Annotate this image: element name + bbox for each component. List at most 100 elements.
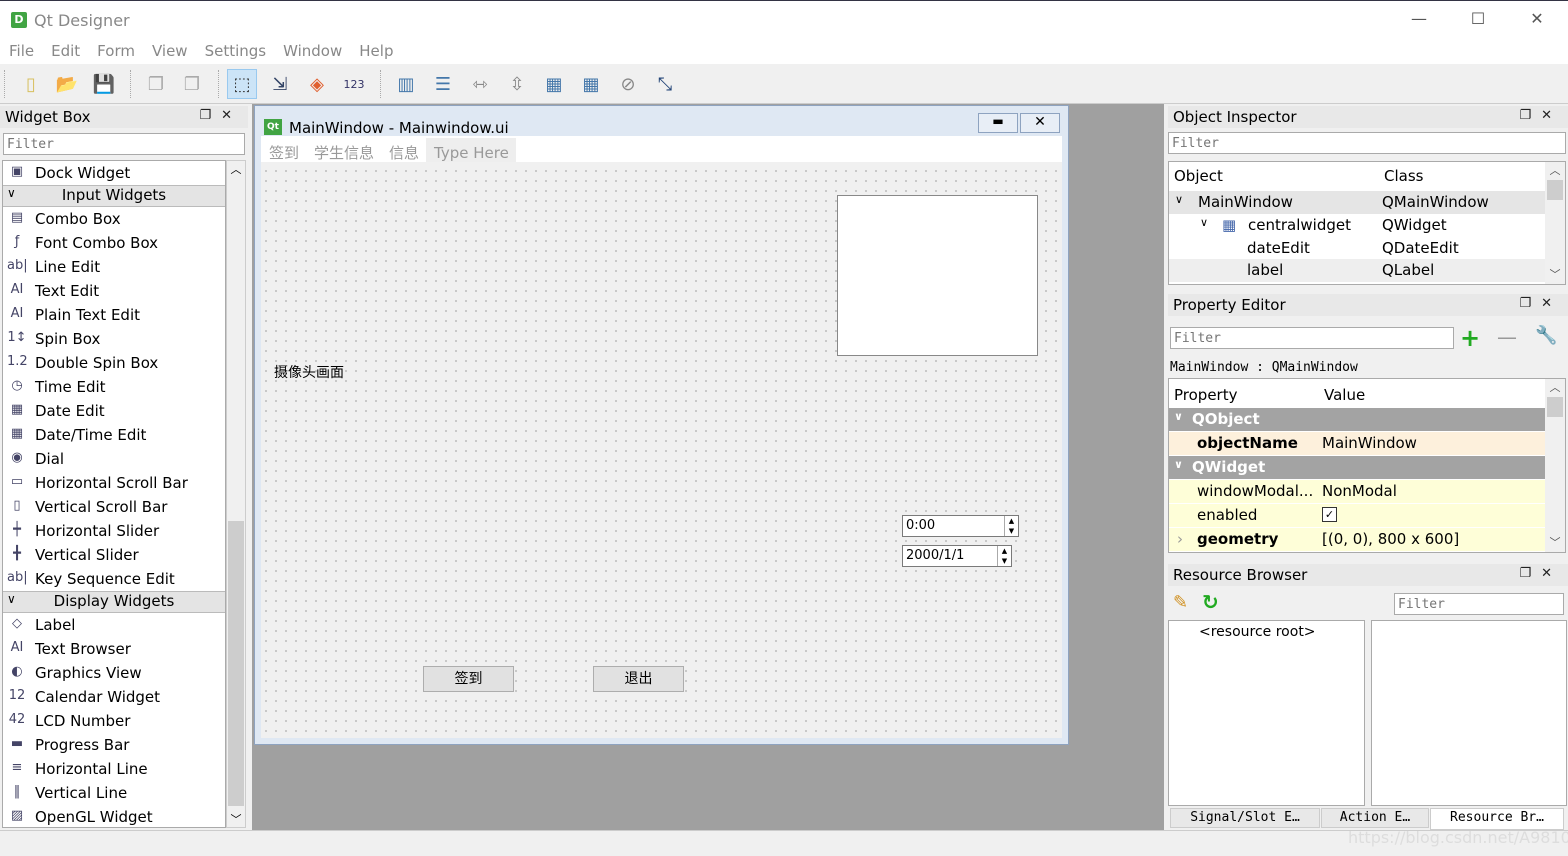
- close-icon[interactable]: ✕: [221, 108, 242, 123]
- scroll-up-icon[interactable]: ︿: [227, 161, 245, 177]
- resource-tree[interactable]: <resource root>: [1168, 620, 1365, 806]
- layout-horizontal-splitter-icon[interactable]: ⇿: [465, 69, 495, 99]
- group-qwidget[interactable]: ∨ QWidget: [1169, 456, 1547, 479]
- chevron-down-icon[interactable]: ∨: [1174, 458, 1183, 471]
- column-header-object[interactable]: Object: [1174, 167, 1223, 185]
- column-header-class[interactable]: Class: [1384, 167, 1423, 185]
- edit-widgets-icon[interactable]: ⬚: [227, 69, 257, 99]
- menu-help[interactable]: Help: [350, 38, 401, 60]
- paste-icon[interactable]: ❐: [177, 69, 207, 99]
- resource-list[interactable]: [1371, 620, 1567, 806]
- configure-wrench-icon[interactable]: 🔧: [1535, 325, 1557, 346]
- widget-item[interactable]: ▦ Date Edit: [3, 399, 225, 423]
- close-button[interactable]: ✕: [1522, 9, 1552, 31]
- float-icon[interactable]: ❐: [1519, 566, 1541, 581]
- group-qobject[interactable]: ∨ QObject: [1169, 408, 1547, 431]
- widget-item[interactable]: ▣ Dock Widget: [3, 161, 225, 185]
- tab-resource-browser[interactable]: Resource Br…: [1430, 808, 1564, 830]
- widget-item[interactable]: ▤ Combo Box: [3, 207, 225, 231]
- widget-item[interactable]: AI Text Edit: [3, 279, 225, 303]
- form-menu-signin[interactable]: 签到: [261, 136, 306, 163]
- object-inspector-filter[interactable]: [1168, 132, 1566, 154]
- exit-button[interactable]: 退出: [593, 666, 684, 692]
- object-tree-scrollbar[interactable]: ︿ ﹀: [1545, 162, 1565, 284]
- menu-edit[interactable]: Edit: [42, 38, 88, 60]
- menu-file[interactable]: File: [0, 38, 42, 60]
- date-edit[interactable]: 2000/1/1 ▲ ▼: [902, 545, 1012, 567]
- chevron-down-icon[interactable]: ∨: [7, 186, 16, 200]
- edit-tab-order-icon[interactable]: 123: [339, 69, 369, 99]
- resource-filter[interactable]: [1394, 593, 1564, 615]
- widget-item[interactable]: ▬ Progress Bar: [3, 733, 225, 757]
- menu-view[interactable]: View: [143, 38, 196, 60]
- signin-button[interactable]: 签到: [423, 666, 514, 692]
- camera-view-placeholder[interactable]: [837, 195, 1038, 356]
- open-folder-icon[interactable]: 📂: [52, 69, 82, 99]
- menu-settings[interactable]: Settings: [196, 38, 275, 60]
- property-value[interactable]: [(0, 0), 800 x 600]: [1322, 530, 1459, 548]
- maximize-button[interactable]: ☐: [1463, 9, 1493, 31]
- layout-horizontal-icon[interactable]: ▥: [391, 69, 421, 99]
- spin-arrows-icon[interactable]: ▲ ▼: [1004, 516, 1018, 536]
- property-row[interactable]: objectName MainWindow: [1169, 432, 1547, 455]
- menu-form[interactable]: Form: [88, 38, 143, 60]
- close-icon[interactable]: ✕: [1541, 566, 1562, 581]
- scroll-down-icon[interactable]: ﹀: [227, 811, 245, 827]
- widget-item[interactable]: ◉ Dial: [3, 447, 225, 471]
- edit-signals-slots-icon[interactable]: ⇲: [265, 69, 295, 99]
- close-icon[interactable]: ✕: [1541, 108, 1562, 123]
- widget-item[interactable]: ▯ Vertical Scroll Bar: [3, 495, 225, 519]
- scrollbar-thumb[interactable]: [228, 521, 244, 806]
- float-icon[interactable]: ❐: [1519, 108, 1541, 123]
- time-edit[interactable]: 0:00 ▲ ▼: [902, 515, 1019, 537]
- adjust-size-icon[interactable]: ⤡: [650, 69, 680, 99]
- widget-item[interactable]: ◐ Graphics View: [3, 661, 225, 685]
- layout-vertical-splitter-icon[interactable]: ⇳: [502, 69, 532, 99]
- property-row[interactable]: › geometry [(0, 0), 800 x 600]: [1169, 528, 1547, 551]
- column-header-value[interactable]: Value: [1324, 386, 1365, 404]
- property-value[interactable]: MainWindow: [1322, 434, 1417, 452]
- property-filter[interactable]: [1170, 327, 1454, 349]
- widget-item[interactable]: ◇ Label: [3, 613, 225, 637]
- reload-icon[interactable]: ↻: [1202, 590, 1219, 614]
- property-table-scrollbar[interactable]: ︿ ﹀: [1545, 379, 1565, 552]
- widget-item[interactable]: ▨ OpenGL Widget: [3, 805, 225, 827]
- add-property-icon[interactable]: +: [1460, 324, 1480, 352]
- widget-item[interactable]: ‖ Vertical Line: [3, 781, 225, 805]
- minimize-button[interactable]: —: [1404, 9, 1434, 31]
- resource-root[interactable]: <resource root>: [1199, 624, 1316, 640]
- spin-arrows-icon[interactable]: ▲ ▼: [997, 546, 1011, 566]
- widget-item[interactable]: ▭ Horizontal Scroll Bar: [3, 471, 225, 495]
- widget-box-filter[interactable]: [3, 133, 245, 155]
- remove-property-icon[interactable]: —: [1497, 325, 1517, 349]
- widget-item[interactable]: ▦ Date/Time Edit: [3, 423, 225, 447]
- form-menu-type-here[interactable]: Type Here: [426, 138, 516, 162]
- save-icon[interactable]: 💾: [89, 69, 119, 99]
- tree-row[interactable]: ∨ ▦ centralwidget QWidget: [1169, 214, 1547, 237]
- widget-item[interactable]: ƒ Font Combo Box: [3, 231, 225, 255]
- tree-row[interactable]: ∨ MainWindow QMainWindow: [1169, 191, 1547, 214]
- menu-window[interactable]: Window: [274, 38, 350, 60]
- widget-item[interactable]: AI Text Browser: [3, 637, 225, 661]
- widget-item[interactable]: 1↕ Spin Box: [3, 327, 225, 351]
- float-icon[interactable]: ❐: [1519, 296, 1541, 311]
- widget-item[interactable]: AI Plain Text Edit: [3, 303, 225, 327]
- camera-label[interactable]: 摄像头画面: [274, 362, 344, 382]
- widget-item[interactable]: 1.2 Double Spin Box: [3, 351, 225, 375]
- form-menu-student-info[interactable]: 学生信息: [306, 136, 381, 163]
- float-icon[interactable]: ❐: [199, 108, 221, 123]
- widget-box-scrollbar[interactable]: ︿ ﹀: [226, 160, 246, 828]
- property-row[interactable]: enabled ✓: [1169, 504, 1547, 527]
- tab-action-editor[interactable]: Action E…: [1321, 808, 1429, 828]
- widget-item[interactable]: 12 Calendar Widget: [3, 685, 225, 709]
- close-icon[interactable]: ✕: [1541, 296, 1562, 311]
- chevron-down-icon[interactable]: ∨: [1200, 216, 1208, 229]
- edit-resources-pencil-icon[interactable]: ✎: [1173, 592, 1188, 613]
- chevron-down-icon[interactable]: ∨: [7, 592, 16, 606]
- tab-signal-slot-editor[interactable]: Signal/Slot E…: [1170, 808, 1320, 828]
- enabled-checkbox[interactable]: ✓: [1322, 507, 1337, 522]
- form-menu-info[interactable]: 信息: [381, 136, 426, 163]
- new-file-icon[interactable]: ▯: [16, 69, 46, 99]
- form-minimize-button[interactable]: ▬: [978, 113, 1018, 133]
- widget-item[interactable]: ≡ Horizontal Line: [3, 757, 225, 781]
